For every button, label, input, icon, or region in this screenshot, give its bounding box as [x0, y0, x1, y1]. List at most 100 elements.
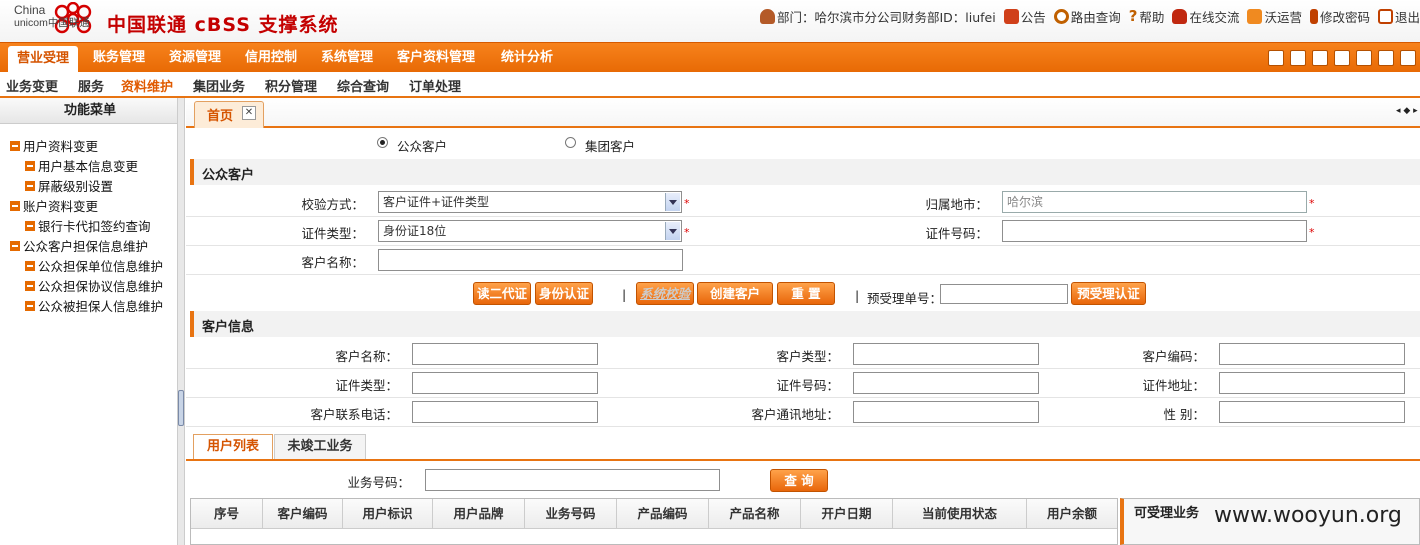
customer-name-field[interactable] — [378, 249, 683, 271]
info-mail-address-field[interactable] — [853, 401, 1039, 423]
tab-scroll-arrows-icon[interactable]: ◂ ◆ ▸ — [1396, 106, 1418, 116]
collapse-icon — [10, 200, 20, 211]
column-header[interactable]: 用户标识 — [343, 499, 433, 529]
column-header[interactable]: 客户编码 — [263, 499, 343, 529]
sidebar-splitter[interactable] — [177, 98, 185, 545]
info-customer-type-field[interactable] — [853, 343, 1039, 365]
link-route-query-label: 路由查询 — [1070, 9, 1121, 25]
subnav-query[interactable]: 综合查询 — [337, 76, 389, 95]
menu-guaranteed-person[interactable]: 公众被担保人信息维护 — [25, 296, 163, 315]
tab-user-list[interactable]: 用户列表 — [193, 434, 273, 459]
top-links: 部门：哈尔滨市分公司财务部ID：liufei 公告 路由查询 ? 帮助 在线交流 … — [752, 6, 1420, 26]
column-header[interactable]: 产品编码 — [617, 499, 709, 529]
read-id-card-button[interactable]: 读二代证 — [473, 282, 531, 305]
subnav-change[interactable]: 业务变更 — [6, 76, 58, 95]
column-header[interactable]: 用户品牌 — [433, 499, 525, 529]
info-id-number-field[interactable] — [853, 372, 1039, 394]
nav-customer-data[interactable]: 客户资料管理 — [388, 43, 484, 73]
column-header[interactable]: 当前使用状态 — [893, 499, 1027, 529]
link-notice[interactable]: 公告 — [1003, 7, 1046, 26]
pre-order-label: 预受理单号： — [867, 291, 943, 306]
row-divider — [186, 397, 1420, 398]
column-header[interactable]: 序号 — [191, 499, 263, 529]
column-header[interactable]: 业务号码 — [525, 499, 617, 529]
home-city-field[interactable]: 哈尔滨 — [1002, 191, 1307, 213]
info-customer-code-field[interactable] — [1219, 343, 1405, 365]
link-route-query[interactable]: 路由查询 — [1053, 7, 1121, 26]
menu-label: 银行卡代扣签约查询 — [38, 219, 151, 234]
link-logout[interactable]: 退出 — [1377, 7, 1420, 26]
info-phone-field[interactable] — [412, 401, 598, 423]
link-help[interactable]: ? 帮助 — [1129, 7, 1165, 26]
link-wo-ops[interactable]: 沃运营 — [1247, 7, 1302, 26]
system-verify-button[interactable]: 系统校验 — [636, 282, 694, 305]
refresh-icon[interactable] — [1290, 50, 1306, 66]
menu-label: 用户基本信息变更 — [38, 159, 139, 174]
menu-label: 公众担保协议信息维护 — [38, 279, 164, 294]
column-header[interactable]: 开户日期 — [801, 499, 893, 529]
tab-home-label: 首页 — [207, 109, 234, 124]
verify-method-label: 校验方式： — [301, 197, 364, 212]
menu-user-basic-info[interactable]: 用户基本信息变更 — [25, 156, 138, 175]
menu-guarantor-unit[interactable]: 公众担保单位信息维护 — [25, 256, 163, 275]
id-type-select[interactable]: 身份证18位 — [378, 220, 682, 242]
pre-auth-button[interactable]: 预受理认证 — [1071, 282, 1146, 305]
subnav-group[interactable]: 集团业务 — [193, 76, 245, 95]
verify-method-select[interactable]: 客户证件+证件类型 — [378, 191, 682, 213]
id-auth-button[interactable]: 身份认证 — [535, 282, 593, 305]
menu-guarantee-agreement[interactable]: 公众担保协议信息维护 — [25, 276, 163, 295]
service-number-label: 业务号码： — [347, 475, 410, 490]
required-mark: * — [684, 197, 690, 210]
info-gender-field[interactable] — [1219, 401, 1405, 423]
info-gender-label: 性 别： — [1163, 407, 1205, 422]
column-header[interactable]: 用户余额 — [1027, 499, 1117, 529]
column-header[interactable]: 产品名称 — [709, 499, 801, 529]
person-icon[interactable] — [1268, 50, 1284, 66]
chevron-down-icon — [665, 193, 680, 211]
menu-block-level[interactable]: 屏蔽级别设置 — [25, 176, 113, 195]
info-id-address-field[interactable] — [1219, 372, 1405, 394]
tab-close-icon[interactable]: ✕ — [242, 106, 256, 120]
info-customer-name-field[interactable] — [412, 343, 598, 365]
nav-billing[interactable]: 账务管理 — [84, 43, 154, 73]
subnav-orders[interactable]: 订单处理 — [409, 76, 461, 95]
radio-group-customer[interactable] — [565, 137, 576, 148]
collapse-sidebar-button[interactable] — [178, 390, 184, 426]
link-online-chat[interactable]: 在线交流 — [1172, 7, 1239, 26]
radio-public-customer[interactable] — [377, 137, 388, 148]
list-icon[interactable] — [1356, 50, 1372, 66]
layout-icon[interactable] — [1378, 50, 1394, 66]
menu-guarantee-maintenance[interactable]: 公众客户担保信息维护 — [10, 236, 148, 255]
menu-user-data-change[interactable]: 用户资料变更 — [10, 136, 98, 155]
tab-pending-business[interactable]: 未竣工业务 — [274, 434, 366, 459]
user-info-text: 部门：哈尔滨市分公司财务部ID：liufei — [776, 9, 996, 25]
main-nav: 营业受理 账务管理 资源管理 信用控制 系统管理 客户资料管理 统计分析 — [0, 42, 1420, 73]
id-number-field[interactable] — [1002, 220, 1307, 242]
nav-resource[interactable]: 资源管理 — [160, 43, 230, 73]
nav-credit[interactable]: 信用控制 — [236, 43, 306, 73]
reset-button[interactable]: 重 置 — [777, 282, 835, 305]
service-number-field[interactable] — [425, 469, 720, 491]
nav-statistics[interactable]: 统计分析 — [492, 43, 562, 73]
link-change-password-label: 修改密码 — [1319, 9, 1370, 25]
menu-account-data-change[interactable]: 账户资料变更 — [10, 196, 98, 215]
required-mark: * — [1309, 197, 1315, 210]
create-customer-button[interactable]: 创建客户 — [697, 282, 773, 305]
query-button[interactable]: 查 询 — [770, 469, 828, 492]
collapse-icon — [10, 240, 20, 251]
info-id-number-label: 证件号码： — [776, 378, 839, 393]
row-divider — [186, 426, 1420, 427]
link-change-password[interactable]: 修改密码 — [1309, 7, 1370, 26]
grid-icon[interactable] — [1400, 50, 1416, 66]
subnav-service[interactable]: 服务 — [78, 76, 104, 95]
subnav-points[interactable]: 积分管理 — [265, 76, 317, 95]
nav-system[interactable]: 系统管理 — [312, 43, 382, 73]
menu-bank-card-query[interactable]: 银行卡代扣签约查询 — [25, 216, 151, 235]
window-icon[interactable] — [1312, 50, 1328, 66]
panel-icon[interactable] — [1334, 50, 1350, 66]
subnav-data-maintenance[interactable]: 资料维护 — [121, 76, 173, 95]
nav-business[interactable]: 营业受理 — [8, 46, 79, 73]
pre-order-field[interactable] — [940, 284, 1068, 304]
info-phone-label: 客户联系电话： — [310, 407, 398, 422]
info-id-type-field[interactable] — [412, 372, 598, 394]
